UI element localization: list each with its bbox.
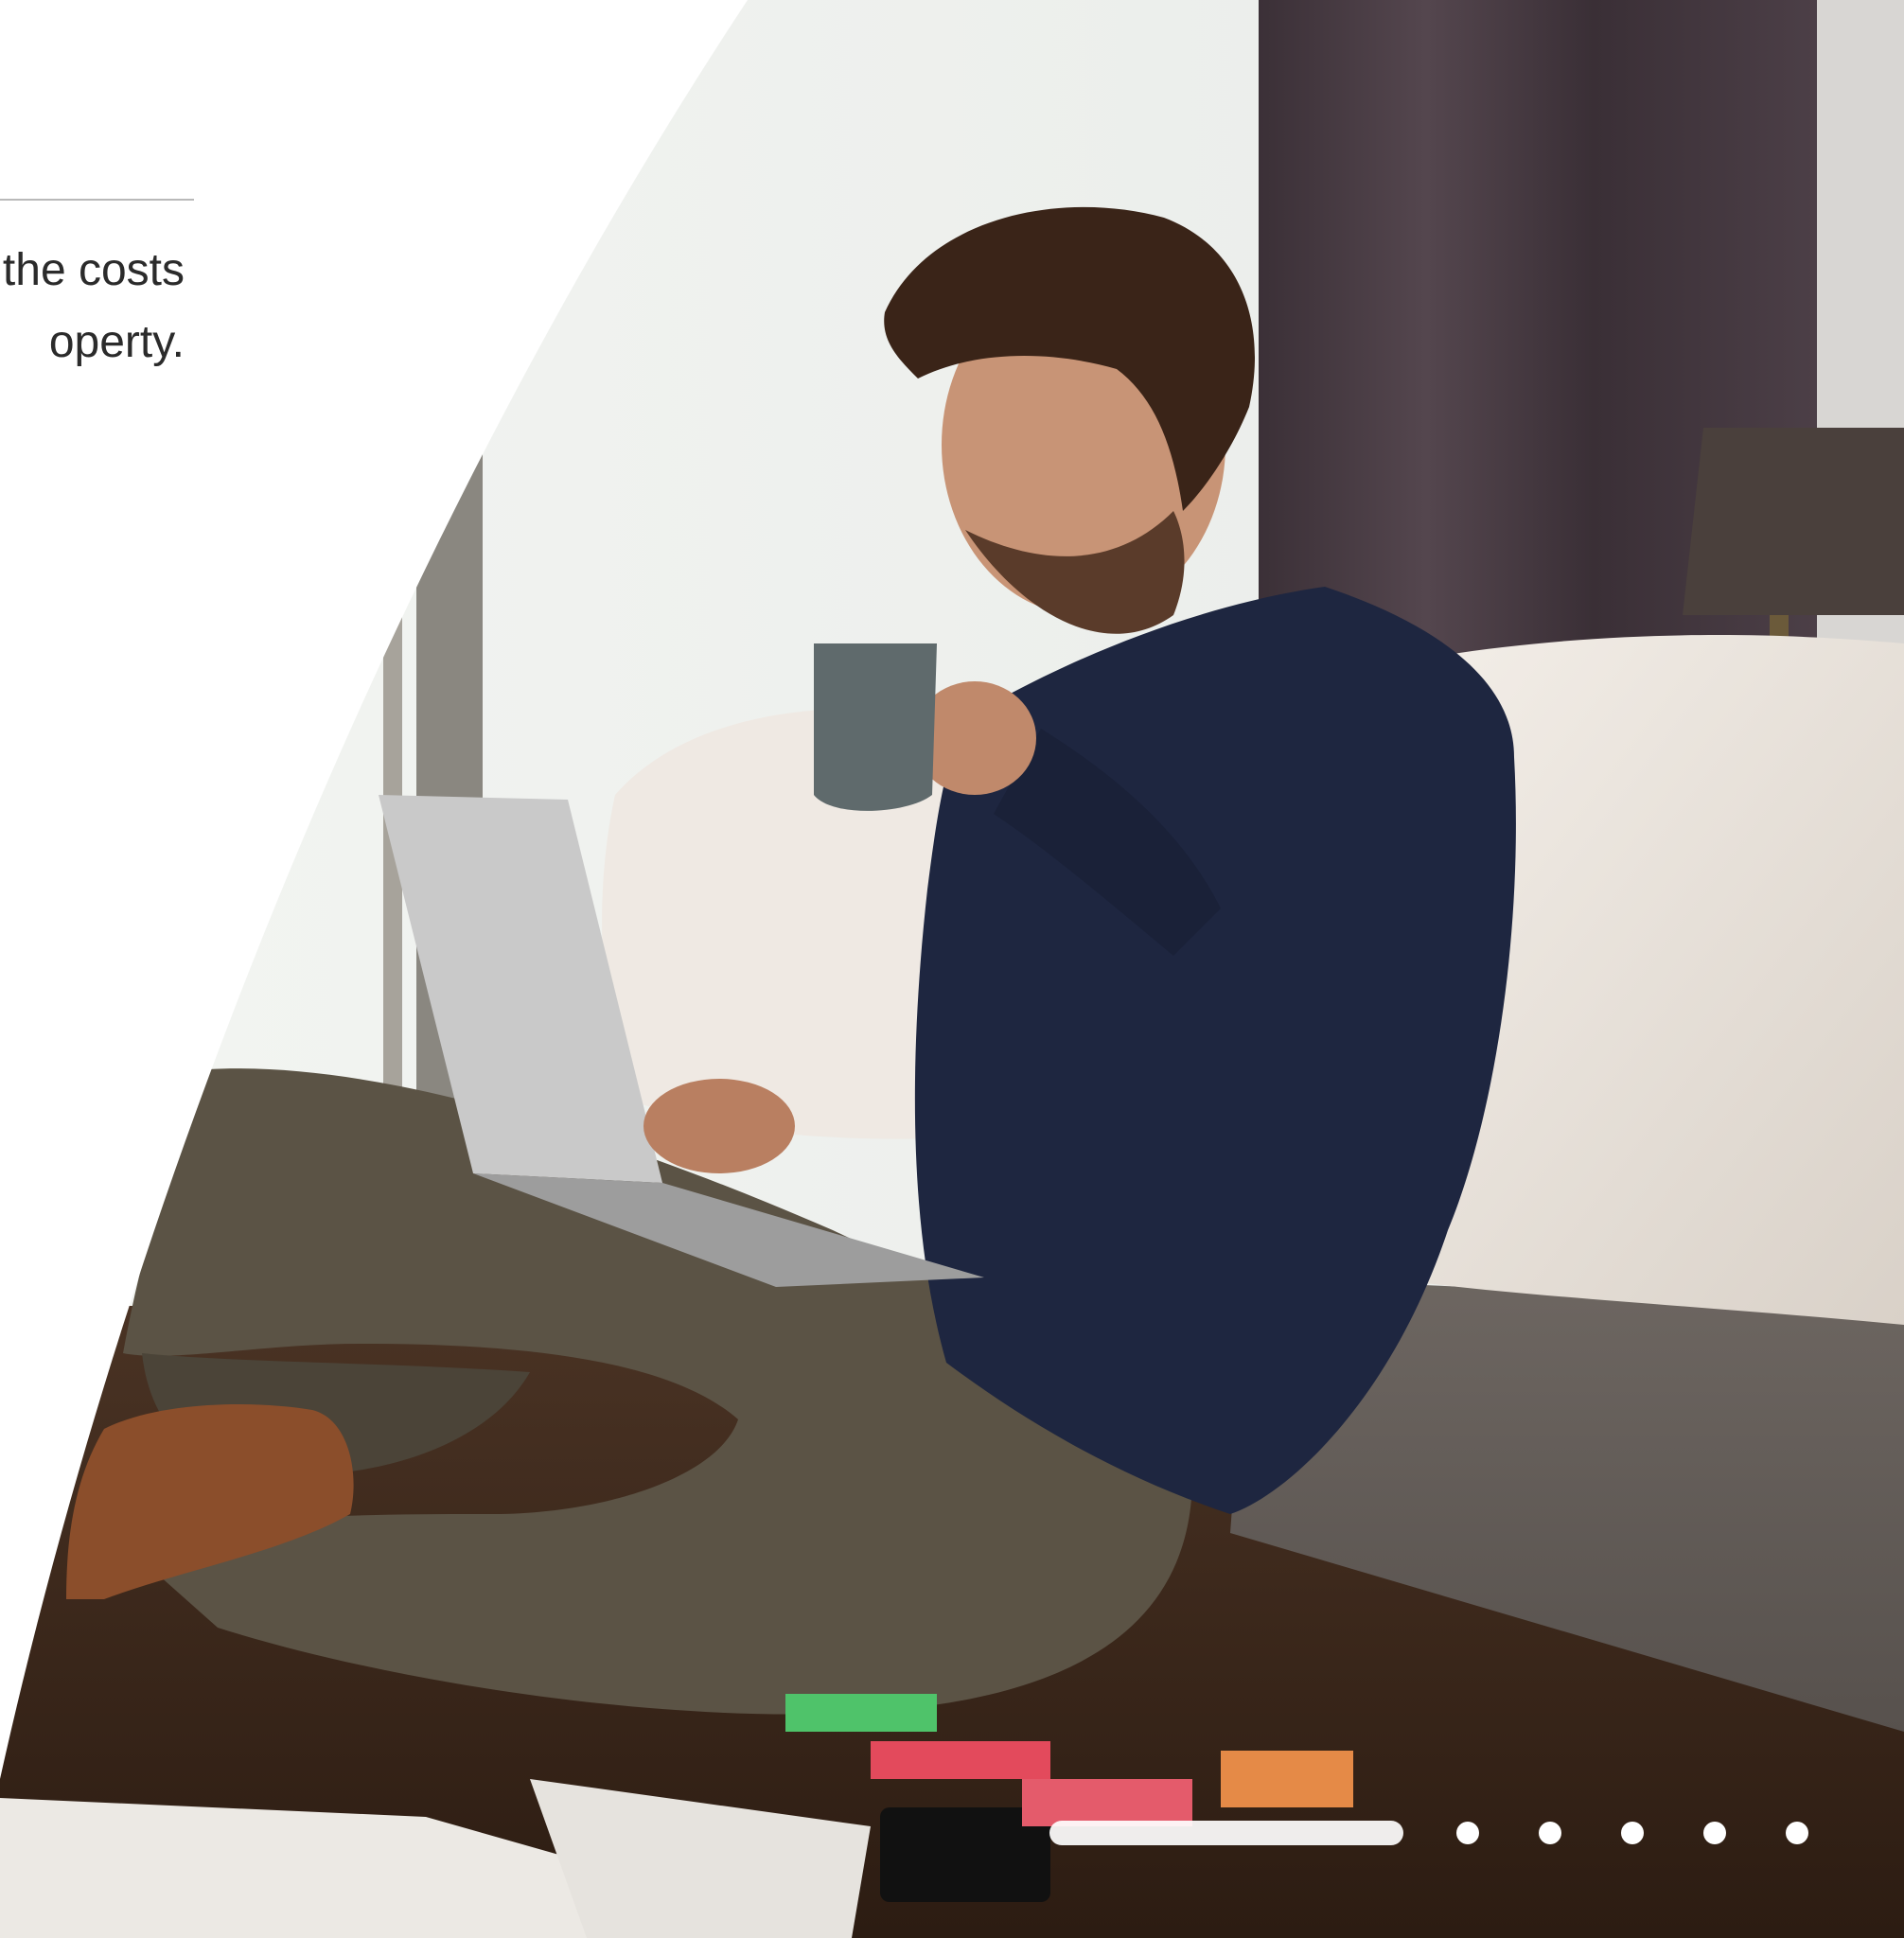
carousel-dot[interactable]: [1456, 1822, 1479, 1844]
photo-scene: [0, 0, 1904, 1938]
hero-section: the costs operty.: [0, 0, 1904, 1938]
hero-photo: [0, 0, 1904, 1938]
carousel-indicator-active[interactable]: [1049, 1821, 1403, 1845]
carousel-dot[interactable]: [1539, 1822, 1561, 1844]
carousel-pagination: [1049, 1819, 1808, 1847]
carousel-dot[interactable]: [1621, 1822, 1644, 1844]
carousel-dot[interactable]: [1703, 1822, 1726, 1844]
carousel-dot[interactable]: [1786, 1822, 1808, 1844]
